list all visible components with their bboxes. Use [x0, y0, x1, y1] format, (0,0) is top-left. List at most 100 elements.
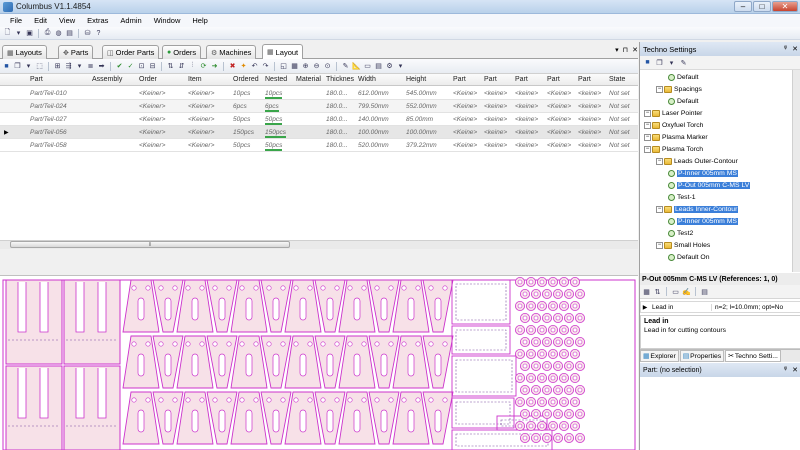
tree-item[interactable]: − Leads Outer-Contour: [656, 156, 738, 166]
dropdown-arrow-icon[interactable]: ▾: [396, 62, 405, 71]
column-header-part-4[interactable]: Part: [547, 76, 560, 83]
tree-item[interactable]: − Laser Pointer: [644, 108, 702, 118]
tab-machines[interactable]: ⚙ Machines: [206, 45, 257, 59]
approve-icon[interactable]: ✓: [126, 62, 135, 71]
tree-item[interactable]: − Plasma Torch: [644, 144, 703, 154]
edit-icon[interactable]: ✎: [341, 62, 350, 71]
rotate-icon[interactable]: ◱: [279, 62, 288, 71]
column-header-part-5[interactable]: Part: [578, 76, 591, 83]
globe-icon[interactable]: ◍: [54, 29, 63, 38]
dropdown-arrow-icon[interactable]: ▾: [14, 29, 23, 38]
column-header-thickness[interactable]: Thicknes: [326, 76, 354, 83]
tree-item[interactable]: − Oxyfuel Torch: [644, 120, 703, 130]
collapse-icon[interactable]: −: [644, 145, 651, 153]
panel-close-button[interactable]: ✕: [792, 45, 798, 53]
column-header-order[interactable]: Order: [139, 76, 157, 83]
settings-icon[interactable]: ⚙: [385, 62, 394, 71]
tree-item[interactable]: Default On: [668, 252, 710, 262]
expand-icon[interactable]: ▶: [641, 304, 649, 311]
tree-item[interactable]: − Spacings: [656, 84, 702, 94]
go-icon[interactable]: ➜: [210, 62, 219, 71]
dropdown-arrow-icon[interactable]: ▾: [75, 62, 84, 71]
dropdown-arrow-icon[interactable]: ▾: [24, 62, 33, 71]
measure-icon[interactable]: 📐: [352, 62, 361, 71]
column-header-height[interactable]: Height: [406, 76, 426, 83]
categorized-icon[interactable]: ▦: [642, 287, 651, 296]
tab-orders[interactable]: ● Orders: [162, 45, 202, 59]
layers-icon[interactable]: ≣: [86, 62, 95, 71]
copy-icon[interactable]: ❐: [655, 58, 664, 67]
panel-pin-button[interactable]: ᵠ: [784, 366, 787, 374]
tab-parts[interactable]: ✥ Parts: [58, 45, 94, 59]
table-row[interactable]: Part/Teil-027 <Keiner> <Keiner> 50pcs 50…: [0, 113, 638, 126]
pane-menu-button[interactable]: ▾: [615, 46, 619, 54]
view-icon[interactable]: ▭: [363, 62, 372, 71]
refresh-icon[interactable]: ⟳: [199, 62, 208, 71]
column-header-item[interactable]: Item: [188, 76, 202, 83]
sort-icon[interactable]: ⇅: [653, 287, 662, 296]
table-row[interactable]: Part/Teil-058 <Keiner> <Keiner> 50pcs 50…: [0, 139, 638, 152]
arrow-right-icon[interactable]: ➡: [97, 62, 106, 71]
tab-order-parts[interactable]: ◫ Order Parts: [102, 45, 160, 59]
properties-icon[interactable]: ▭: [671, 287, 680, 296]
tree-item[interactable]: Test-1: [668, 192, 696, 202]
column-header-part-3[interactable]: Part: [515, 76, 528, 83]
copy-icon[interactable]: ❐: [13, 62, 22, 71]
database-icon[interactable]: ⛁: [83, 29, 92, 38]
dropdown-arrow-icon[interactable]: ▾: [667, 58, 676, 67]
save-icon[interactable]: ▣: [25, 29, 34, 38]
table-row[interactable]: Part/Teil-024 <Keiner> <Keiner> 6pcs 6pc…: [0, 100, 638, 113]
column-header-state[interactable]: State: [609, 76, 625, 83]
brush-icon[interactable]: ✍: [682, 287, 691, 296]
table-row[interactable]: Part/Teil-010 <Keiner> <Keiner> 10pcs 10…: [0, 87, 638, 100]
zoom-fit-icon[interactable]: ⊙: [323, 62, 332, 71]
collapse-icon[interactable]: −: [656, 241, 663, 249]
layout-canvas[interactable]: [0, 275, 638, 450]
property-value[interactable]: n=2; l=10.0mm; opt=No: [711, 303, 783, 311]
panel-pin-button[interactable]: ᵠ: [784, 45, 787, 53]
zoom-in-icon[interactable]: ⊕: [301, 62, 310, 71]
save-icon[interactable]: ■: [2, 62, 11, 71]
column-header-width[interactable]: Width: [358, 76, 376, 83]
tab-layouts[interactable]: ▦ Layouts: [2, 45, 47, 59]
property-row-lead-in[interactable]: ▶ Lead in n=2; l=10.0mm; opt=No: [640, 301, 800, 313]
menu-edit[interactable]: Edit: [28, 16, 53, 25]
collapse-icon[interactable]: −: [644, 121, 651, 129]
column-header-part-1[interactable]: Part: [453, 76, 466, 83]
tree-item[interactable]: P-Out 005mm C-MS LV: [668, 180, 751, 190]
menu-extras[interactable]: Extras: [81, 16, 114, 25]
tree-item[interactable]: P-Inner 005mm MS: [668, 216, 738, 226]
help-icon[interactable]: ?: [94, 29, 103, 38]
split-icon[interactable]: ⫶: [188, 62, 197, 71]
tree-item[interactable]: Default: [668, 96, 699, 106]
tree-item[interactable]: Default: [668, 72, 699, 82]
close-button[interactable]: ✕: [772, 1, 798, 12]
delete-icon[interactable]: ✖: [228, 62, 237, 71]
open-icon[interactable]: ⬚: [35, 62, 44, 71]
tab-explorer[interactable]: ▦ Explorer: [640, 350, 679, 362]
table-icon[interactable]: ▤: [374, 62, 383, 71]
tree-item[interactable]: − Leads Inner-Contour: [656, 204, 739, 214]
collapse-icon[interactable]: −: [656, 205, 663, 213]
maximize-button[interactable]: □: [753, 1, 771, 12]
pane-splitter[interactable]: [0, 249, 638, 275]
column-header-assembly[interactable]: Assembly: [92, 76, 122, 83]
tab-layout[interactable]: ▦ Layout: [262, 44, 304, 59]
select-icon[interactable]: ⊡: [137, 62, 146, 71]
check-icon[interactable]: ✔: [115, 62, 124, 71]
panel-close-button[interactable]: ✕: [792, 366, 798, 374]
mark-icon[interactable]: ✦: [239, 62, 248, 71]
column-header-nested[interactable]: Nested: [265, 76, 287, 83]
print-icon[interactable]: ⎙: [43, 29, 52, 38]
menu-admin[interactable]: Admin: [114, 16, 147, 25]
grid-icon[interactable]: ▦: [290, 62, 299, 71]
import-icon[interactable]: ⇅: [166, 62, 175, 71]
save-icon[interactable]: ■: [643, 58, 652, 67]
zoom-out-icon[interactable]: ⊖: [312, 62, 321, 71]
tree-item[interactable]: Test2: [668, 228, 693, 238]
collapse-icon[interactable]: −: [656, 85, 663, 93]
undo-icon[interactable]: ↶: [250, 62, 259, 71]
menu-file[interactable]: File: [4, 16, 28, 25]
arrange-icon[interactable]: ⇶: [64, 62, 73, 71]
pane-close-button[interactable]: ✕: [632, 46, 638, 54]
